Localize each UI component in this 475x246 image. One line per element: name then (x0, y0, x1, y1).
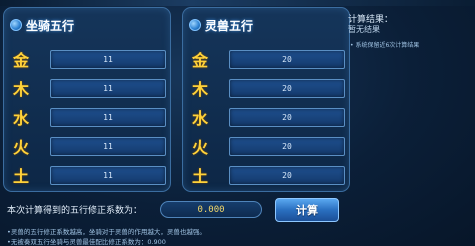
top-strip (0, 0, 475, 6)
element-label: 木 (12, 80, 29, 99)
hint-note: •无被奏双五行坐骑与灵兽最佳配比修正系数为：0.900 (7, 238, 166, 246)
element-label: 金 (12, 51, 29, 70)
beast-panel-title: 灵兽五行 (205, 18, 254, 33)
beast-metal-input[interactable]: 20 (229, 49, 345, 69)
beast-row-metal: 金 20 (189, 48, 345, 70)
element-label: 水 (191, 109, 208, 128)
mount-panel-title: 坐骑五行 (26, 18, 75, 33)
result-text: 暂无结果 (348, 25, 380, 34)
element-label: 土 (191, 167, 208, 186)
mount-elements-panel: 坐骑五行 金 11 木 11 水 11 火 11 土 11 (3, 7, 171, 192)
mount-fire-input[interactable]: 11 (50, 136, 166, 156)
element-label: 金 (191, 51, 208, 70)
beast-fire-input[interactable]: 20 (229, 136, 345, 156)
mount-metal-input[interactable]: 11 (50, 49, 166, 69)
beast-water-input[interactable]: 20 (229, 107, 345, 127)
calculate-button[interactable]: 计算 (275, 198, 339, 222)
mount-row-metal: 金 11 (10, 48, 166, 70)
coefficient-value: 0.000 (160, 201, 262, 218)
mount-earth-input[interactable]: 11 (50, 165, 166, 185)
beast-elements-panel: 灵兽五行 金 20 木 20 水 20 火 20 土 20 (182, 7, 350, 192)
element-label: 火 (191, 138, 208, 157)
mount-water-input[interactable]: 11 (50, 107, 166, 127)
element-label: 土 (12, 167, 29, 186)
beast-wood-input[interactable]: 20 (229, 78, 345, 98)
beast-row-water: 水 20 (189, 106, 345, 128)
mount-row-fire: 火 11 (10, 135, 166, 157)
mount-row-wood: 木 11 (10, 77, 166, 99)
beast-earth-input[interactable]: 20 (229, 165, 345, 185)
element-label: 火 (12, 138, 29, 157)
beast-row-earth: 土 20 (189, 164, 345, 186)
hint-note: •灵兽的五行修正系数越高，坐骑对于灵兽的作用越大，灵兽也越强。 (7, 228, 206, 236)
beast-panel-header: 灵兽五行 (189, 15, 253, 35)
orb-icon (10, 19, 22, 31)
orb-icon (189, 19, 201, 31)
mount-wood-input[interactable]: 11 (50, 78, 166, 98)
result-note: • 系统保留近6次计算结果 (350, 42, 420, 49)
mount-row-water: 水 11 (10, 106, 166, 128)
beast-row-fire: 火 20 (189, 135, 345, 157)
beast-row-wood: 木 20 (189, 77, 345, 99)
mount-row-earth: 土 11 (10, 164, 166, 186)
coefficient-label: 本次计算得到的五行修正系数为： (7, 206, 143, 216)
mount-panel-header: 坐骑五行 (10, 15, 74, 35)
element-label: 水 (12, 109, 29, 128)
element-label: 木 (191, 80, 208, 99)
